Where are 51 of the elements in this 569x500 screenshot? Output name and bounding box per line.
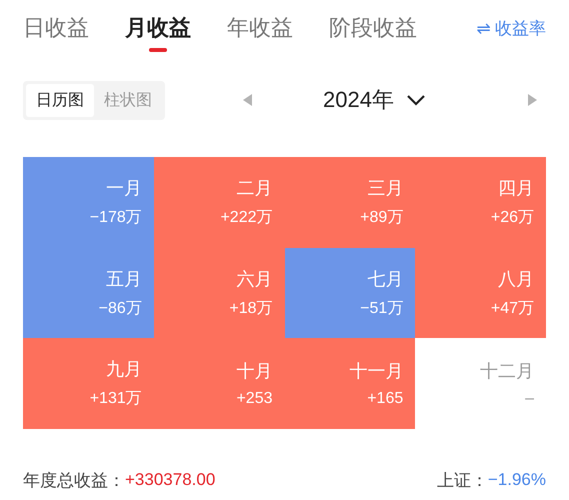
month-value: +89万 [360,208,404,228]
month-name: 四月 [498,177,534,200]
month-cell[interactable]: 一月 −178万 [23,157,154,248]
tab-indicator [149,48,167,52]
month-value: −86万 [98,298,142,319]
total-value: +330378.00 [125,470,216,490]
month-cell[interactable]: 十月 +253 [154,338,284,428]
year-dropdown[interactable]: 2024年 [323,85,426,115]
month-name: 十月 [236,360,272,383]
rate-toggle[interactable]: ⇌ 收益率 [476,16,546,40]
tab[interactable]: 年收益 [227,2,293,54]
month-name: 三月 [367,177,404,200]
month-cell[interactable]: 九月 +131万 [23,338,154,428]
month-name: 十二月 [480,360,534,383]
month-value: −178万 [90,208,142,228]
month-value: +18万 [229,298,272,319]
month-name: 九月 [106,358,142,382]
next-icon[interactable] [526,94,537,106]
month-name: 二月 [236,177,272,200]
view-option[interactable]: 日历图 [26,84,94,116]
month-cell[interactable]: 二月 +222万 [154,157,284,248]
month-value: +165 [367,390,404,408]
month-cell[interactable]: 三月 +89万 [284,157,416,248]
month-value: +131万 [90,389,142,410]
month-cell[interactable]: 六月 +18万 [154,248,284,338]
previous-icon[interactable] [243,94,253,106]
month-value: +47万 [490,298,534,319]
tab[interactable]: 日收益 [23,2,89,54]
month-name: 五月 [106,268,142,291]
tab[interactable]: 阶段收益 [329,2,417,54]
month-name: 六月 [236,268,272,291]
month-cell[interactable]: 八月 +47万 [415,248,546,338]
month-value: +253 [236,390,272,408]
month-name: 一月 [106,177,142,200]
month-value: – [525,390,534,408]
index-label: 上证： [436,470,488,492]
month-name: 七月 [367,268,404,291]
chevron-down-icon [406,94,426,106]
month-name: 十一月 [349,360,404,383]
month-cell[interactable]: 十一月 +165 [284,338,416,428]
view-option[interactable]: 柱状图 [94,84,162,116]
month-cell[interactable]: 五月 −86万 [23,248,154,338]
tab[interactable]: 月收益 [125,2,191,54]
month-value: +26万 [490,208,534,228]
index-value: −1.96% [488,470,546,490]
month-value: −51万 [360,298,404,319]
month-cell[interactable]: 七月 −51万 [284,248,416,338]
month-name: 八月 [498,268,534,291]
total-label: 年度总收益： [23,470,125,492]
month-value: +222万 [220,208,272,228]
month-cell[interactable]: 四月 +26万 [415,157,546,248]
